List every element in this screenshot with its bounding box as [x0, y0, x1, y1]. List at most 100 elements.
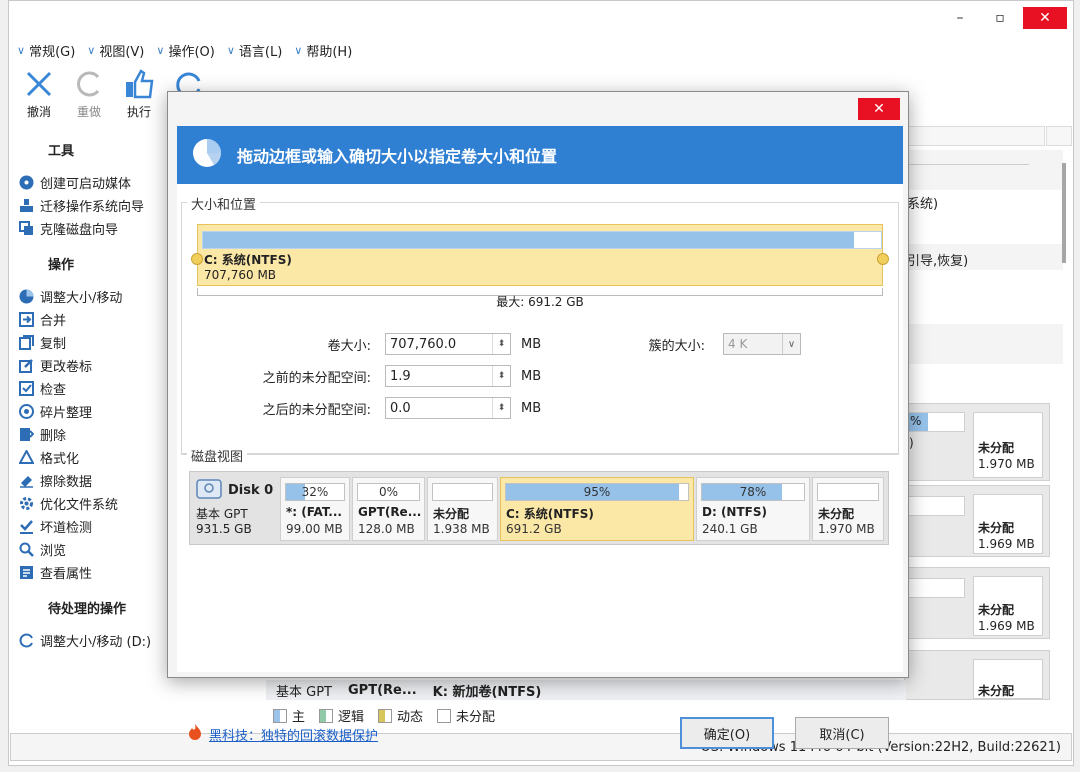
- pending-item-resize-d[interactable]: 调整大小/移动 (D:): [18, 629, 178, 652]
- spin-arrows-icon[interactable]: ⬍: [492, 398, 510, 418]
- sidebar-item-properties[interactable]: 查看属性: [18, 561, 178, 584]
- sidebar-item-copy[interactable]: 复制: [18, 331, 178, 354]
- hint-link[interactable]: 黑科技：独特的回滚数据保护: [209, 725, 378, 744]
- sidebar-item-bad-sector[interactable]: 坏道检测: [18, 515, 178, 538]
- cluster-size-select[interactable]: 4 K ∨: [723, 333, 801, 355]
- sidebar-item-check[interactable]: 检查: [18, 377, 178, 400]
- window-controls: – ▫ ✕: [943, 7, 1067, 29]
- unit-label: MB: [521, 400, 542, 416]
- before-space-input[interactable]: 1.9 ⬍: [385, 365, 511, 387]
- cluster-size-value: 4 K: [728, 337, 748, 351]
- sidebar-item-format[interactable]: 格式化: [18, 446, 178, 469]
- menu-view[interactable]: ∨ 视图(V): [87, 41, 144, 60]
- hint-row: 黑科技：独特的回滚数据保护: [189, 724, 378, 744]
- partition-label: D: (NTFS): [702, 505, 767, 519]
- dialog-body: 大小和位置 C: 系统(NTFS) 707,760 MB 最大: 691.2 G…: [177, 184, 903, 749]
- usage-bar: 32%: [285, 483, 345, 501]
- menu-language[interactable]: ∨ 语言(L): [227, 41, 282, 60]
- partition-usage-fill: [203, 232, 854, 248]
- pie-icon: [18, 289, 34, 305]
- right-resize-handle[interactable]: [877, 253, 889, 265]
- partition-unallocated-1[interactable]: 未分配 1.938 MB: [427, 477, 498, 541]
- spin-arrows-icon[interactable]: ⬍: [492, 366, 510, 386]
- volume-size-input[interactable]: 707,760.0 ⬍: [385, 333, 511, 355]
- pending-section-title: 待处理的操作: [48, 602, 127, 617]
- menu-operation[interactable]: ∨ 操作(O): [156, 41, 214, 60]
- bg-pct-cell: [907, 496, 965, 516]
- before-space-value: 1.9: [390, 368, 411, 384]
- left-resize-handle[interactable]: [191, 253, 203, 265]
- dialog-header: 拖动边框或输入确切大小以指定卷大小和位置: [177, 126, 903, 184]
- partition-resize-bar[interactable]: C: 系统(NTFS) 707,760 MB: [191, 224, 889, 286]
- partition-label: GPT(Re...: [358, 505, 421, 519]
- unit-label: MB: [521, 368, 542, 384]
- chevron-down-icon: ∨: [17, 44, 26, 57]
- bg-unalloc-cell: 未分配 1.969 MB: [973, 494, 1043, 554]
- bg-basic-gpt: 基本 GPT: [276, 684, 332, 700]
- disk-type: 基本 GPT: [196, 507, 248, 521]
- disk-info[interactable]: Disk 0 基本 GPT 931.5 GB: [196, 478, 278, 540]
- bg-pct-cell: [907, 578, 965, 598]
- dialog-close-button[interactable]: ✕: [858, 98, 900, 120]
- partition-c-system[interactable]: 95% C: 系统(NTFS) 691.2 GB: [500, 477, 694, 541]
- defrag-icon: [18, 404, 34, 420]
- disc-icon: [18, 175, 34, 191]
- cancel-button[interactable]: 取消(C): [795, 717, 889, 749]
- usage-percent: 95%: [583, 485, 611, 499]
- sidebar-item-change-label[interactable]: 更改卷标: [18, 354, 178, 377]
- partition-fat[interactable]: 32% *: (FAT... 99.00 MB: [280, 477, 350, 541]
- legend-label: 逻辑: [338, 710, 365, 725]
- bg-disk-card-3: 未分配 1.969 MB: [904, 567, 1050, 639]
- operations-section-title: 操作: [48, 258, 75, 273]
- sidebar-item-explore[interactable]: 浏览: [18, 538, 178, 561]
- menu-general[interactable]: ∨ 常规(G): [17, 41, 75, 60]
- search-icon: [18, 542, 34, 558]
- after-space-input[interactable]: 0.0 ⬍: [385, 397, 511, 419]
- bg-unalloc-size: 1.969 MB: [978, 537, 1035, 551]
- menu-help[interactable]: ∨ 帮助(H): [294, 41, 352, 60]
- sidebar-item-label: 格式化: [40, 452, 80, 467]
- partition-gpt-reserved[interactable]: 0% GPT(Re... 128.0 MB: [352, 477, 425, 541]
- bg-scrollbar[interactable]: [1062, 163, 1066, 263]
- clone-icon: [18, 221, 34, 237]
- partition-size: 1.938 MB: [433, 522, 490, 536]
- sidebar-item-wipe[interactable]: 擦除数据: [18, 469, 178, 492]
- undo-button[interactable]: 撤消: [17, 67, 61, 120]
- maximize-button[interactable]: ▫: [983, 7, 1017, 29]
- sidebar-item-defrag[interactable]: 碎片整理: [18, 400, 178, 423]
- sidebar-item-migrate-os[interactable]: 迁移操作系统向导: [18, 194, 178, 217]
- partition-label: *: (FAT...: [286, 505, 342, 519]
- sidebar-item-clone-disk[interactable]: 克隆磁盘向导: [18, 217, 178, 240]
- partition-unallocated-2[interactable]: 未分配 1.970 MB: [812, 477, 884, 541]
- usage-bar: 0%: [357, 483, 420, 501]
- apply-button[interactable]: 执行: [117, 67, 161, 120]
- close-button[interactable]: ✕: [1023, 7, 1067, 29]
- partition-size: 240.1 GB: [702, 522, 758, 536]
- ok-button[interactable]: 确定(O): [680, 717, 774, 749]
- sidebar-item-label: 合并: [40, 314, 67, 329]
- sidebar-item-delete[interactable]: 删除: [18, 423, 178, 446]
- partition-size: 691.2 GB: [506, 522, 562, 536]
- partition-d[interactable]: 78% D: (NTFS) 240.1 GB: [696, 477, 810, 541]
- sidebar-item-label: 迁移操作系统向导: [40, 200, 145, 215]
- legend-swatch: [378, 708, 393, 723]
- redo-button[interactable]: 重做: [67, 67, 111, 120]
- chevron-down-icon: ∨: [782, 334, 800, 354]
- sidebar-item-optimize-fs[interactable]: 优化文件系统: [18, 492, 178, 515]
- legend-swatch: [437, 708, 452, 723]
- partition-size: 1.970 MB: [818, 522, 875, 536]
- spin-arrows-icon[interactable]: ⬍: [492, 334, 510, 354]
- thumbs-up-icon: [123, 67, 155, 101]
- redo-icon: [74, 67, 104, 101]
- sidebar-item-bootable-media[interactable]: 创建可启动媒体: [18, 171, 178, 194]
- sidebar-item-label: 更改卷标: [40, 360, 93, 375]
- redo-label: 重做: [76, 105, 101, 119]
- sidebar-item-resize-move[interactable]: 调整大小/移动: [18, 285, 178, 308]
- resize-move-dialog: ✕ 拖动边框或输入确切大小以指定卷大小和位置 大小和位置 C: 系统(NTFS)…: [167, 91, 909, 749]
- sidebar-item-label: 调整大小/移动 (D:): [40, 635, 152, 650]
- check-underline-icon: [18, 519, 34, 535]
- sidebar-item-merge[interactable]: 合并: [18, 308, 178, 331]
- minimize-button[interactable]: –: [943, 7, 977, 29]
- flame-icon: [189, 724, 201, 744]
- before-space-label: 之前的未分配空间:: [262, 370, 371, 386]
